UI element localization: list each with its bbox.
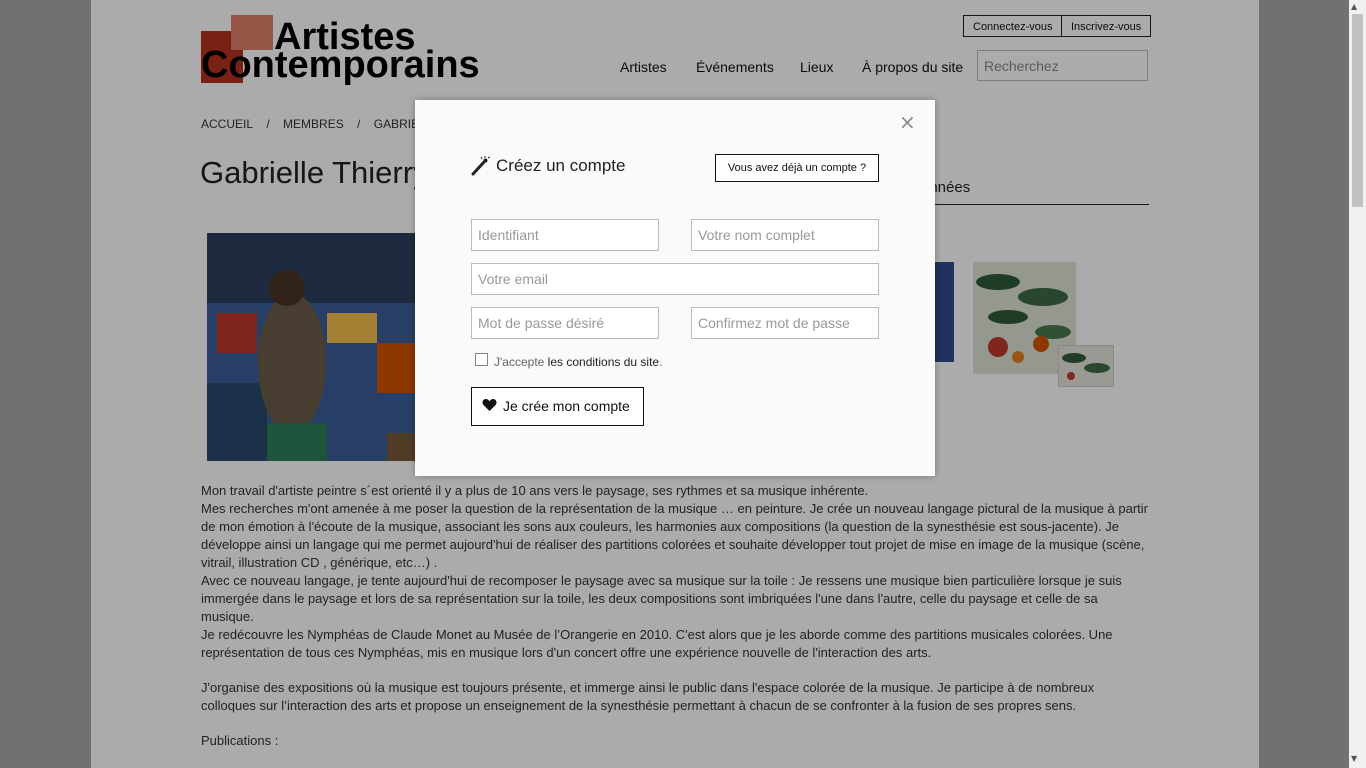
- fullname-field[interactable]: [691, 219, 879, 251]
- scrollbar-thumb[interactable]: [1352, 14, 1363, 207]
- terms-label: J'accepte les conditions du site.: [494, 355, 662, 369]
- username-field[interactable]: [471, 219, 659, 251]
- have-account-button[interactable]: Vous avez déjà un compte ?: [715, 154, 879, 182]
- magic-wand-icon: [470, 156, 491, 180]
- terms-link[interactable]: les conditions du site: [548, 355, 659, 369]
- signup-modal: × Créez un compte Vous avez déjà un comp…: [415, 100, 935, 476]
- password-field[interactable]: [471, 307, 659, 339]
- create-account-button[interactable]: Je crée mon compte: [471, 387, 644, 426]
- terms-prefix: J'accepte: [494, 355, 545, 369]
- terms-checkbox[interactable]: [475, 353, 488, 366]
- terms-suffix: .: [659, 355, 663, 369]
- scroll-up-arrow-icon[interactable]: ▲: [1351, 2, 1357, 11]
- confirm-password-field[interactable]: [691, 307, 879, 339]
- scroll-down-arrow-icon[interactable]: ▼: [1351, 754, 1357, 763]
- heart-icon: [482, 398, 497, 415]
- modal-title: Créez un compte: [496, 156, 626, 175]
- email-field[interactable]: [471, 263, 879, 295]
- create-account-label: Je crée mon compte: [503, 398, 630, 414]
- close-icon[interactable]: ×: [899, 110, 916, 134]
